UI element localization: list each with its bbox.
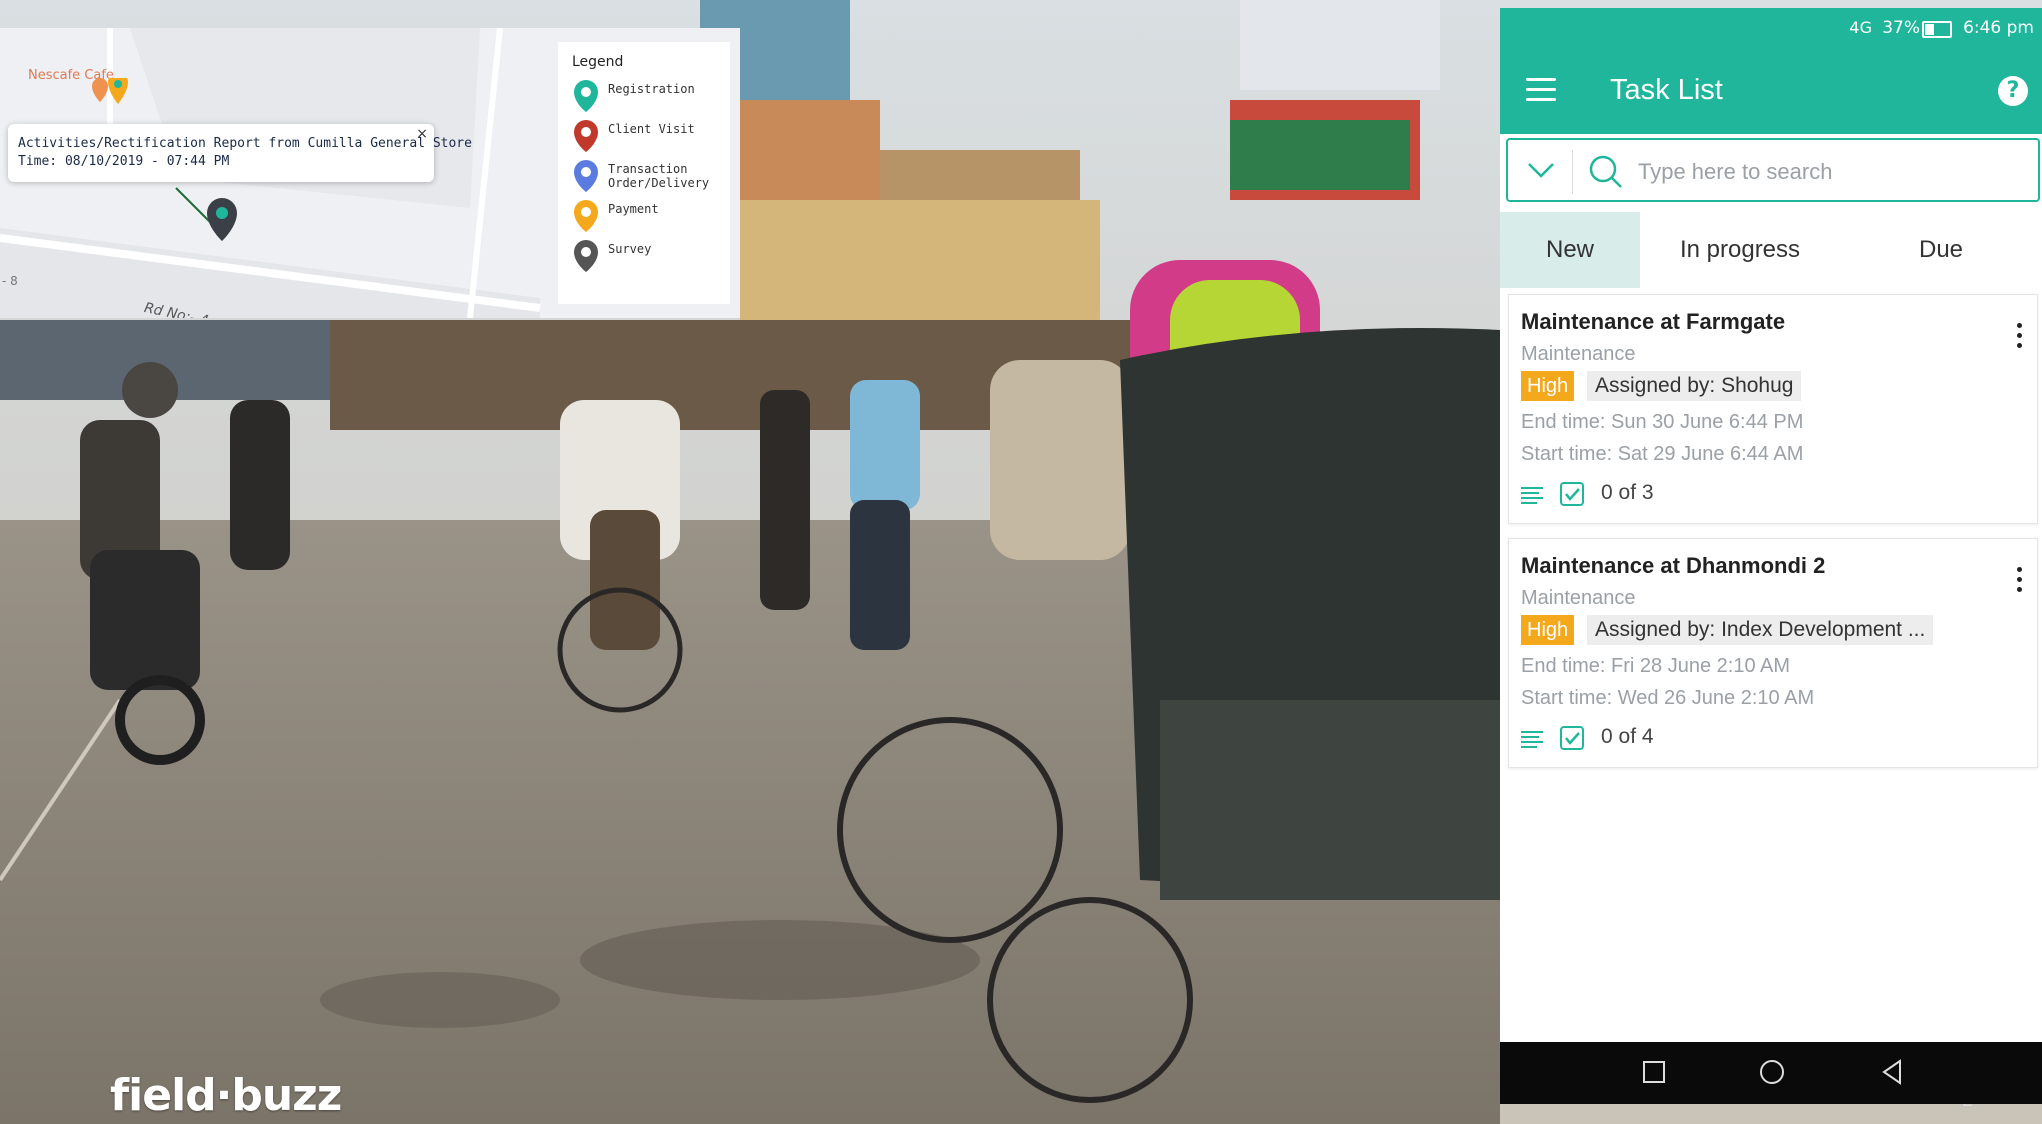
task-card[interactable]: Maintenance at Dhanmondi 2 Maintenance H…: [1508, 538, 2038, 768]
search-divider: [1572, 150, 1573, 194]
priority-badge: High: [1521, 371, 1575, 401]
checklist-progress: 0 of 4: [1601, 725, 1654, 748]
help-icon[interactable]: ?: [1998, 76, 2028, 106]
home-icon[interactable]: [1758, 1058, 1786, 1086]
more-options-icon[interactable]: [2017, 323, 2023, 351]
survey-legend-marker-icon: [574, 240, 598, 272]
checklist-icon: [1560, 482, 1584, 506]
recent-apps-icon[interactable]: [1640, 1058, 1668, 1086]
description-icon: [1521, 731, 1543, 748]
tab-in-progress[interactable]: In progress: [1640, 212, 1840, 288]
payment-marker-icon[interactable]: [80, 78, 130, 128]
task-tabs: New In progress Due: [1500, 212, 2042, 288]
legend-item-transaction: Transaction Order/Delivery: [572, 158, 732, 198]
popup-title: Activities/Rectification Report from Cum…: [18, 136, 472, 151]
task-title: Maintenance at Farmgate: [1521, 309, 1786, 334]
legend-item-survey: Survey: [572, 238, 732, 278]
legend-label: Transaction Order/Delivery: [608, 162, 710, 190]
priority-badge: High: [1521, 615, 1575, 645]
page-title: Task List: [1610, 74, 1723, 106]
battery-percent: 37%: [1882, 18, 1920, 38]
payment-legend-marker-icon: [574, 200, 598, 232]
checklist-progress: 0 of 3: [1601, 481, 1654, 504]
task-category: Maintenance: [1521, 343, 1636, 365]
task-start-time: Start time: Sat 29 June 6:44 AM: [1521, 443, 1804, 465]
transaction-marker-icon: [574, 160, 598, 192]
search-bar: [1506, 138, 2040, 202]
legend-item-payment: Payment: [572, 198, 732, 238]
task-title: Maintenance at Dhanmondi 2: [1521, 553, 1826, 578]
map-road-label-2: - 8: [2, 274, 18, 288]
android-nav-bar: [1500, 1042, 2042, 1104]
map-legend: Legend Registration Client Visit Transac…: [558, 42, 730, 304]
search-input[interactable]: [1636, 152, 2030, 192]
chevron-down-icon[interactable]: [1526, 158, 1556, 182]
brand-logo: field·buzz: [110, 1070, 342, 1121]
registration-marker-icon: [574, 80, 598, 112]
legend-item-registration: Registration: [572, 78, 732, 118]
close-icon[interactable]: ×: [416, 126, 428, 142]
description-icon: [1521, 487, 1543, 504]
tab-new[interactable]: New: [1500, 212, 1640, 288]
task-start-time: Start time: Wed 26 June 2:10 AM: [1521, 687, 1815, 709]
legend-label: Registration: [608, 82, 695, 96]
client-visit-marker-icon: [574, 120, 598, 152]
legend-label: Payment: [608, 202, 659, 216]
search-icon[interactable]: [1588, 154, 1624, 190]
assigned-by: Assigned by: Shohug: [1587, 371, 1802, 401]
map-info-popup[interactable]: Activities/Rectification Report from Cum…: [8, 124, 472, 182]
checklist-icon: [1560, 726, 1584, 750]
battery-icon: [1922, 21, 1952, 38]
menu-icon[interactable]: [1526, 78, 1556, 102]
map-panel[interactable]: Nescafe Cafe Rd No:- 4 - 8 Activities/Re…: [0, 28, 740, 318]
survey-marker-icon[interactable]: [204, 196, 240, 244]
task-category: Maintenance: [1521, 587, 1636, 609]
back-icon[interactable]: [1878, 1058, 1906, 1086]
signal-icon: 4G: [1849, 18, 1872, 37]
status-time: 6:46 pm: [1963, 18, 2034, 38]
task-end-time: End time: Fri 28 June 2:10 AM: [1521, 655, 1791, 677]
popup-time: Time: 08/10/2019 - 07:44 PM: [18, 154, 230, 169]
legend-title: Legend: [572, 54, 624, 70]
phone-screen: 4G 37% 6:46 pm Task List ? New In progre…: [1500, 8, 2042, 1104]
more-options-icon[interactable]: [2017, 567, 2023, 595]
legend-item-client-visit: Client Visit: [572, 118, 732, 158]
task-end-time: End time: Sun 30 June 6:44 PM: [1521, 411, 1804, 433]
legend-label: Client Visit: [608, 122, 695, 136]
app-bar: Task List ?: [1500, 48, 2042, 134]
assigned-by: Assigned by: Index Development ...: [1587, 615, 1934, 645]
tab-due[interactable]: Due: [1840, 212, 2042, 288]
legend-label: Survey: [608, 242, 652, 256]
task-card[interactable]: Maintenance at Farmgate Maintenance High…: [1508, 294, 2038, 524]
status-bar: 4G 37% 6:46 pm: [1500, 8, 2042, 48]
